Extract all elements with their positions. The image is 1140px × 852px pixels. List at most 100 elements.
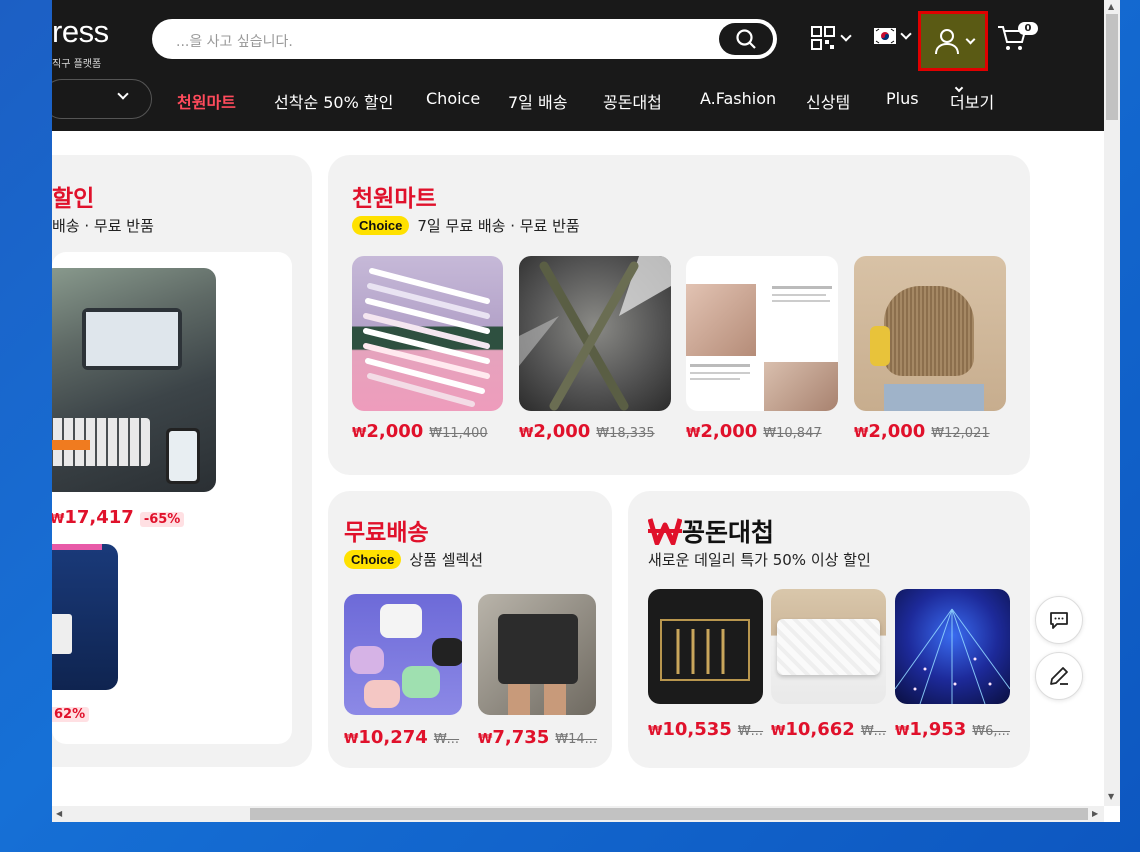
nav-item-afashion[interactable]: A.Fashion xyxy=(700,89,776,108)
region-button[interactable] xyxy=(874,28,912,44)
won-logo-icon xyxy=(648,518,682,545)
lights-illustration xyxy=(895,608,1010,704)
chevron-down-icon xyxy=(965,34,975,44)
price-now: ₩17,417 xyxy=(52,507,134,528)
logo[interactable]: ress xyxy=(52,14,109,50)
product-price: ₩10,662 ₩... xyxy=(771,719,886,740)
product-price: 62% xyxy=(52,707,90,722)
product-image-keyboard[interactable] xyxy=(52,268,216,492)
product-image-facial-massager[interactable] xyxy=(686,256,838,411)
korea-flag-icon xyxy=(874,28,896,44)
chevron-down-icon xyxy=(840,30,852,42)
product-image-string-lights[interactable] xyxy=(895,589,1010,704)
search-bar[interactable]: ...을 사고 싶습니다. xyxy=(152,19,777,59)
price-old: ₩14... xyxy=(555,732,598,747)
search-input[interactable]: ...을 사고 싶습니다. xyxy=(176,31,293,51)
nav-item-cheonwon[interactable]: 천원마트 xyxy=(177,89,236,113)
qr-app-button[interactable] xyxy=(810,25,852,51)
product-price: ₩1,953 ₩6,... xyxy=(895,719,1010,740)
discount-badge: 62% xyxy=(52,707,90,722)
card-subtitle: Choice 7일 무료 배송 · 무료 반품 xyxy=(352,215,580,236)
account-button[interactable] xyxy=(918,11,988,71)
feedback-button[interactable] xyxy=(1035,652,1083,700)
site-header: ress 직구 플랫폼 ...을 사고 싶습니다. 0 천원마트 선착순 50%… xyxy=(52,0,1104,131)
card-subtitle: 새로운 데일리 특가 50% 이상 할인 xyxy=(648,551,871,569)
price-now: ₩10,535 xyxy=(648,719,732,740)
price-now: ₩7,735 xyxy=(478,727,550,748)
card-discount: 할인 배송 · 무료 반품 ₩17,417 -65% 62% xyxy=(52,155,312,767)
price-old: ₩... xyxy=(433,732,460,747)
product-image-earbuds[interactable] xyxy=(344,594,462,715)
logo-subtitle: 직구 플랫폼 xyxy=(52,59,102,70)
price-old: ₩... xyxy=(860,724,887,739)
product-image-shorts[interactable] xyxy=(478,594,596,715)
search-button[interactable] xyxy=(719,23,773,55)
chevron-down-icon xyxy=(117,88,129,100)
product-price: ₩10,274 ₩... xyxy=(344,727,459,748)
product-price: ₩2,000 ₩10,847 xyxy=(686,421,822,442)
product-image-device[interactable] xyxy=(52,544,118,690)
pencil-icon xyxy=(1050,667,1068,685)
price-now: ₩1,953 xyxy=(895,719,967,740)
browser-window: ress 직구 플랫폼 ...을 사고 싶습니다. 0 천원마트 선착순 50%… xyxy=(52,0,1120,822)
product-price: ₩10,535 ₩... xyxy=(648,719,763,740)
price-now: ₩2,000 xyxy=(854,421,926,442)
card-kkongdon[interactable]: 꽁돈대첩 새로운 데일리 특가 50% 이상 할인 ₩10,535 ₩... ₩… xyxy=(628,491,1030,768)
user-icon xyxy=(934,29,959,55)
cart-count-badge: 0 xyxy=(1018,22,1038,35)
nav-item-kkongdon[interactable]: 꽁돈대첩 xyxy=(603,89,662,113)
product-price: ₩7,735 ₩14... xyxy=(478,727,597,748)
nav-item-first-come[interactable]: 선착순 50% 할인 xyxy=(274,89,393,113)
scroll-up-arrow[interactable]: ▲ xyxy=(1108,2,1114,11)
choice-badge: Choice xyxy=(344,550,402,569)
horizontal-scrollbar[interactable]: ◀ ▶ xyxy=(52,806,1104,822)
scroll-down-arrow[interactable]: ▼ xyxy=(1108,792,1114,801)
card-title: 할인 xyxy=(52,186,95,212)
discount-badge: -65% xyxy=(139,512,185,527)
product-image-mattress[interactable] xyxy=(771,589,886,704)
product-price: ₩17,417 -65% xyxy=(52,507,185,528)
card-cheonwon-mart[interactable]: 천원마트 Choice 7일 무료 배송 · 무료 반품 ₩2,000 ₩11,4… xyxy=(328,155,1030,475)
price-now: ₩10,662 xyxy=(771,719,855,740)
product-panel: ₩17,417 -65% 62% xyxy=(52,252,292,744)
price-now: ₩2,000 xyxy=(352,421,424,442)
card-subtitle: Choice 상품 셀렉션 xyxy=(344,549,483,570)
price-now: ₩10,274 xyxy=(344,727,428,748)
product-price: ₩2,000 ₩18,335 xyxy=(519,421,655,442)
stylus-illustration xyxy=(519,256,671,411)
category-dropdown[interactable] xyxy=(52,79,152,119)
horizontal-scroll-thumb[interactable] xyxy=(250,808,1088,820)
product-price: ₩2,000 ₩11,400 xyxy=(352,421,488,442)
chat-icon xyxy=(1050,612,1068,629)
price-old: ₩11,400 xyxy=(429,426,488,441)
nav-item-7day[interactable]: 7일 배송 xyxy=(508,89,567,113)
price-old: ₩... xyxy=(737,724,764,739)
vertical-scrollbar[interactable]: ▲ ▼ xyxy=(1104,0,1120,806)
price-old: ₩18,335 xyxy=(596,426,655,441)
price-now: ₩2,000 xyxy=(686,421,758,442)
search-icon xyxy=(736,29,756,49)
card-subtitle: 배송 · 무료 반품 xyxy=(52,217,154,235)
product-image-stylus[interactable] xyxy=(519,256,671,411)
chevron-down-icon xyxy=(900,28,912,40)
price-old: ₩12,021 xyxy=(931,426,990,441)
qr-icon xyxy=(811,26,835,50)
card-title: 꽁돈대첩 xyxy=(648,513,774,549)
chat-button[interactable] xyxy=(1035,596,1083,644)
card-title: 천원마트 xyxy=(352,186,437,212)
vertical-scroll-thumb[interactable] xyxy=(1106,14,1118,120)
scroll-left-arrow[interactable]: ◀ xyxy=(56,809,62,818)
choice-badge: Choice xyxy=(352,216,410,235)
product-image-knit-top[interactable] xyxy=(854,256,1006,411)
product-image-pens[interactable] xyxy=(352,256,503,411)
product-price: ₩2,000 ₩12,021 xyxy=(854,421,990,442)
nav-item-plus[interactable]: Plus xyxy=(886,89,919,108)
price-now: ₩2,000 xyxy=(519,421,591,442)
product-image-cutlery[interactable] xyxy=(648,589,763,704)
price-old: ₩10,847 xyxy=(763,426,822,441)
nav-item-choice[interactable]: Choice xyxy=(426,89,480,108)
nav-item-new[interactable]: 신상템 xyxy=(806,89,850,113)
scroll-right-arrow[interactable]: ▶ xyxy=(1092,809,1098,818)
price-old: ₩6,... xyxy=(972,724,1010,739)
card-free-shipping[interactable]: 무료배송 Choice 상품 셀렉션 ₩10,274 ₩... ₩7,735 ₩1… xyxy=(328,491,612,768)
